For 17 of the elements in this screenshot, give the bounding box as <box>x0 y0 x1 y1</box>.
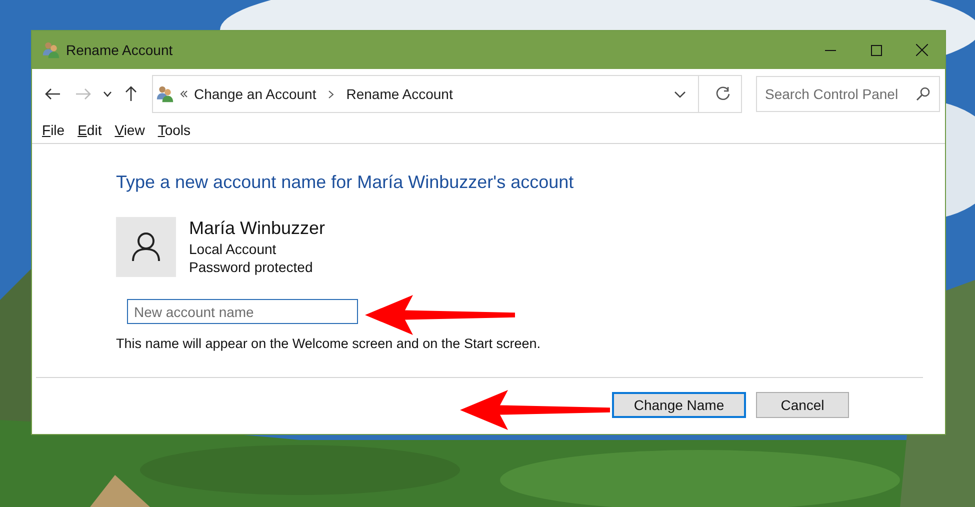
new-name-field[interactable]: New account name <box>127 299 358 324</box>
breadcrumb-item[interactable]: Rename Account <box>346 86 453 102</box>
page-heading: Type a new account name for María Winbuzzer's account <box>116 172 575 193</box>
window-title: Rename Account <box>66 42 173 58</box>
account-name: María Winbuzzer <box>189 218 326 239</box>
default-button[interactable]: Change Name <box>612 392 746 418</box>
account-status: Password protected <box>189 259 314 275</box>
breadcrumb-item[interactable]: Change an Account <box>194 86 316 102</box>
account-type: Local Account <box>189 241 278 257</box>
menu-item[interactable]: File <box>42 122 65 139</box>
dialog-button[interactable]: Cancel <box>756 392 849 418</box>
address-bar[interactable]: Change an Account Rename Account <box>152 75 742 113</box>
menu-item[interactable]: Tools <box>158 122 191 139</box>
menu-item[interactable]: View <box>114 122 145 139</box>
hint-text: This name will appear on the Welcome screen and on the Start screen. <box>116 336 542 351</box>
menu-item[interactable]: Edit <box>78 122 102 139</box>
search-field[interactable]: Search Control Panel <box>756 76 940 112</box>
